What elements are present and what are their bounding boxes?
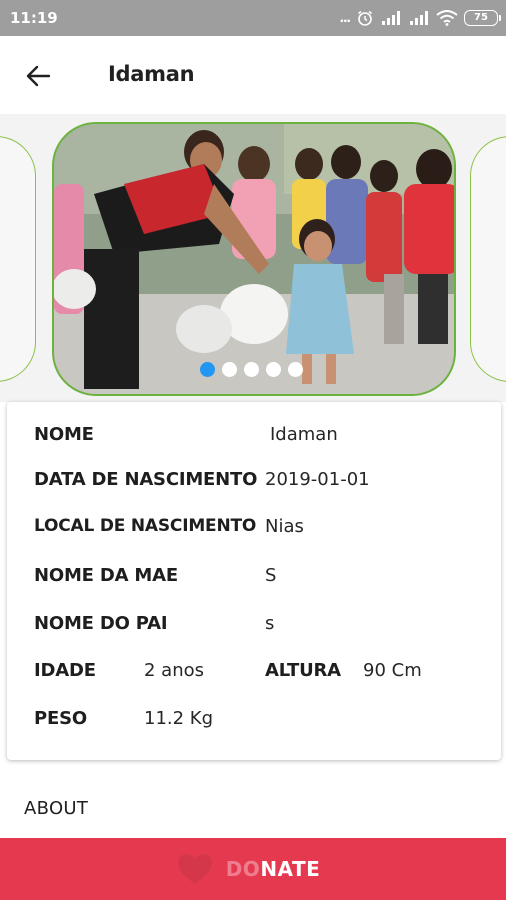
age-label: IDADE: [34, 660, 96, 681]
previous-slide[interactable]: [0, 136, 36, 382]
arrow-back-icon: [26, 65, 51, 87]
donate-label-main: NATE: [260, 857, 321, 881]
donate-label-faded: DO: [225, 857, 261, 881]
mother-label: NOME DA MAE: [34, 565, 178, 586]
carousel-dot[interactable]: [266, 362, 281, 377]
mother-value: S: [265, 565, 277, 586]
weight-label: PESO: [34, 708, 87, 729]
heart-icon: [177, 854, 212, 884]
signal-icon: [410, 11, 428, 25]
carousel-indicator: [200, 362, 303, 377]
age-value: 2 anos: [144, 660, 205, 681]
signal-icon: [382, 11, 400, 25]
back-button[interactable]: [18, 56, 58, 96]
carousel-dot[interactable]: [222, 362, 237, 377]
carousel-photo[interactable]: [52, 122, 456, 396]
father-value: s: [265, 613, 275, 634]
info-row-name: NOME Idaman: [7, 424, 501, 454]
name-label: NOME: [34, 424, 94, 445]
donate-content: DONATE: [176, 852, 321, 886]
info-row-mother: NOME DA MAE S: [7, 565, 501, 595]
about-section-label: ABOUT: [24, 798, 89, 819]
carousel-dot[interactable]: [200, 362, 215, 377]
weight-value: 11.2 Kg: [144, 708, 214, 729]
status-bar: 11:19 ... 75: [0, 0, 506, 36]
status-icons: ... 75: [339, 8, 501, 28]
birth-date-label: DATA DE NASCIMENTO: [34, 469, 258, 490]
alarm-icon: [358, 10, 372, 26]
info-row-weight: PESO 11.2 Kg: [7, 708, 501, 738]
battery-icon: 75: [464, 10, 501, 26]
info-row-father: NOME DO PAI s: [7, 613, 501, 643]
wifi-icon: [436, 10, 458, 26]
photo-carousel[interactable]: [0, 114, 506, 402]
birth-date-value: 2019-01-01: [265, 469, 370, 490]
birth-place-value: Nias: [265, 516, 304, 537]
info-row-birth-place: LOCAL DE NASCIMENTO Nias: [7, 516, 501, 546]
birth-place-label: LOCAL DE NASCIMENTO: [34, 516, 257, 536]
more-notifications-icon: ...: [339, 9, 351, 26]
next-slide[interactable]: [470, 136, 506, 382]
child-info-card: NOME Idaman DATA DE NASCIMENTO 2019-01-0…: [7, 402, 501, 760]
info-row-birth-date: DATA DE NASCIMENTO 2019-01-01: [7, 469, 501, 499]
father-label: NOME DO PAI: [34, 613, 168, 634]
height-label: ALTURA: [265, 660, 341, 681]
status-time: 11:19: [10, 9, 58, 27]
donation-photo: [54, 124, 454, 394]
height-value: 90 Cm: [363, 660, 422, 681]
carousel-dot[interactable]: [288, 362, 303, 377]
info-row-age-height: IDADE 2 anos ALTURA 90 Cm: [7, 660, 501, 690]
name-value: Idaman: [270, 424, 338, 445]
donate-label: DONATE: [226, 857, 321, 881]
page-title: Idaman: [108, 62, 195, 86]
donate-button[interactable]: DONATE: [0, 838, 506, 900]
carousel-dot[interactable]: [244, 362, 259, 377]
app-bar: Idaman: [0, 36, 506, 114]
